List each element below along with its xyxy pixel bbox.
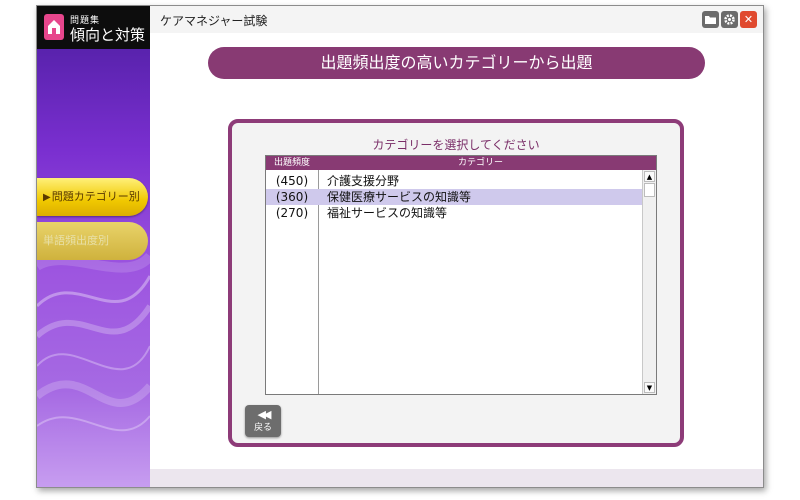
list-item[interactable]: (450) 介護支援分野 <box>266 173 642 189</box>
app-window: 問題集 傾向と対策 ▶問題カテゴリー別 単語頻出度別 ケアマネジャー試験 ✕ 出… <box>36 5 764 488</box>
row-frequency: (360) <box>275 190 309 204</box>
back-button-label: 戻る <box>253 423 272 433</box>
sidebar-item-label: 単語頻出度別 <box>43 234 109 247</box>
close-button[interactable]: ✕ <box>740 11 757 28</box>
page-banner: 出題頻出度の高いカテゴリーから出題 <box>208 47 705 79</box>
title-bar: ケアマネジャー試験 ✕ <box>150 6 763 33</box>
scroll-down-icon[interactable]: ▼ <box>644 382 655 393</box>
category-list[interactable]: 出題頻度 カテゴリー (450) 介護支援分野 (360) 保健医療サービスの知… <box>265 155 657 395</box>
list-item[interactable]: (270) 福祉サービスの知識等 <box>266 205 642 221</box>
sidebar: 問題集 傾向と対策 ▶問題カテゴリー別 単語頻出度別 <box>37 6 150 487</box>
sidebar-item-word-frequency[interactable]: 単語頻出度別 <box>37 222 148 260</box>
rewind-icon: ◀◀ <box>257 408 272 421</box>
back-button[interactable]: ◀◀ 戻る <box>245 405 281 437</box>
row-frequency: (270) <box>275 206 309 220</box>
play-icon: ▶ <box>43 192 51 203</box>
panel-heading: カテゴリーを選択してください <box>372 138 540 152</box>
footer-strip <box>150 469 763 487</box>
scroll-up-icon[interactable]: ▲ <box>644 171 655 182</box>
folder-icon <box>705 16 716 24</box>
scroll-thumb[interactable] <box>644 183 655 197</box>
row-category: 福祉サービスの知識等 <box>327 206 448 220</box>
category-panel: カテゴリーを選択してください 出題頻度 カテゴリー (450) 介護支援分野 (… <box>228 119 684 447</box>
list-item-selected[interactable]: (360) 保健医療サービスの知識等 <box>266 189 642 205</box>
row-category: 保健医療サービスの知識等 <box>327 190 472 204</box>
folder-button[interactable] <box>702 11 719 28</box>
gear-icon <box>724 14 735 25</box>
close-icon: ✕ <box>743 13 754 26</box>
home-icon <box>44 14 64 40</box>
settings-button[interactable] <box>721 11 738 28</box>
window-title: ケアマネジャー試験 <box>160 14 268 28</box>
vertical-scrollbar[interactable]: ▲ ▼ <box>642 170 656 394</box>
app-logo: 問題集 傾向と対策 <box>37 6 150 49</box>
row-category: 介護支援分野 <box>327 174 400 188</box>
main-content: 出題頻出度の高いカテゴリーから出題 カテゴリーを選択してください 出題頻度 カテ… <box>150 33 763 487</box>
column-header-category: カテゴリー <box>457 158 503 168</box>
column-header-frequency: 出題頻度 <box>273 158 310 168</box>
list-header: 出題頻度 カテゴリー <box>266 156 656 170</box>
row-frequency: (450) <box>275 174 309 188</box>
list-rows: (450) 介護支援分野 (360) 保健医療サービスの知識等 (270) 福祉… <box>266 173 642 221</box>
sidebar-item-category[interactable]: ▶問題カテゴリー別 <box>37 178 148 216</box>
sidebar-item-label: 問題カテゴリー別 <box>51 190 140 203</box>
logo-title: 傾向と対策 <box>70 26 146 44</box>
